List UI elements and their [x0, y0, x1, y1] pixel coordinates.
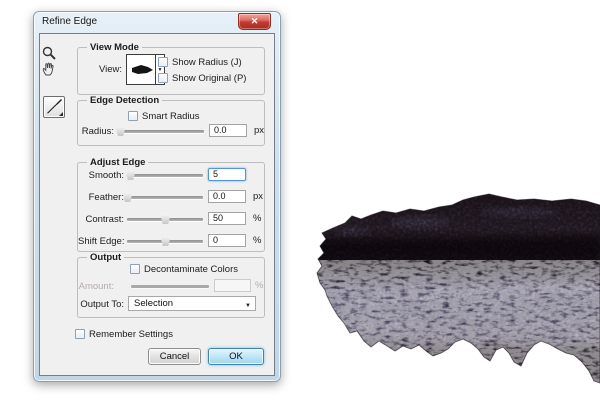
checkbox-box: [158, 73, 168, 83]
output-to-row: Output To: Selection ▼: [78, 296, 264, 312]
remember-settings-checkbox[interactable]: Remember Settings: [75, 328, 173, 340]
show-radius-label: Show Radius (J): [172, 57, 242, 68]
smooth-slider-thumb[interactable]: [126, 169, 135, 180]
view-mode-legend: View Mode: [87, 42, 142, 53]
smooth-value-field[interactable]: 5: [208, 168, 246, 181]
view-preview-silhouette: [127, 55, 155, 84]
refine-edge-dialog: Refine Edge ✕ View Mode View:: [33, 11, 281, 382]
adjust-edge-group: Adjust Edge Smooth: 5 Feather: 0.0 px: [77, 162, 265, 252]
contrast-unit: %: [253, 213, 261, 224]
feather-slider-thumb[interactable]: [123, 191, 132, 202]
amount-slider-track: [131, 285, 209, 288]
feather-label: Feather:: [78, 192, 124, 203]
feather-slider-row: Feather: 0.0 px: [78, 189, 264, 205]
checkbox-box: [75, 329, 85, 339]
radius-slider-thumb[interactable]: [116, 125, 125, 136]
hand-tool-icon[interactable]: [41, 61, 57, 77]
output-to-label: Output To:: [78, 299, 124, 310]
contrast-slider-thumb[interactable]: [161, 213, 170, 224]
zoom-tool-icon[interactable]: [41, 45, 57, 61]
view-preview: [127, 55, 155, 84]
contrast-value-field[interactable]: 50: [208, 212, 246, 225]
edge-detection-group: Edge Detection Smart Radius Radius: 0.0 …: [77, 100, 265, 146]
feather-unit: px: [253, 191, 263, 202]
smooth-slider-row: Smooth: 5: [78, 167, 264, 183]
contrast-slider-row: Contrast: 50 %: [78, 211, 264, 227]
amount-slider-row: Amount: %: [78, 278, 264, 294]
remember-settings-label: Remember Settings: [89, 329, 173, 340]
amount-label: Amount:: [78, 281, 114, 292]
smart-radius-checkbox[interactable]: Smart Radius: [128, 110, 200, 122]
output-group: Output Decontaminate Colors Amount: % Ou…: [77, 257, 265, 318]
shift-edge-slider-row: Shift Edge: 0 %: [78, 233, 264, 249]
cancel-button[interactable]: Cancel: [148, 348, 201, 365]
shift-edge-value-field[interactable]: 0: [208, 234, 246, 247]
smart-radius-label: Smart Radius: [142, 111, 200, 122]
ok-button[interactable]: OK: [208, 348, 264, 365]
contrast-label: Contrast:: [78, 214, 124, 225]
show-radius-checkbox[interactable]: Show Radius (J): [158, 56, 242, 68]
brush-icon: [44, 97, 64, 117]
decontaminate-colors-checkbox[interactable]: Decontaminate Colors: [130, 263, 238, 275]
smooth-label: Smooth:: [78, 170, 124, 181]
show-original-label: Show Original (P): [172, 73, 246, 84]
amount-value-field: [214, 279, 251, 292]
checkbox-box: [128, 111, 138, 121]
checkbox-box: [158, 57, 168, 67]
show-original-checkbox[interactable]: Show Original (P): [158, 72, 246, 84]
shift-edge-slider-thumb[interactable]: [161, 235, 170, 246]
smooth-slider-track[interactable]: [127, 174, 203, 177]
radius-slider-row: Radius: 0.0 px: [78, 123, 264, 139]
radius-unit: px: [254, 125, 264, 136]
close-icon[interactable]: ✕: [238, 13, 271, 30]
edge-detection-legend: Edge Detection: [87, 95, 162, 106]
output-legend: Output: [87, 252, 124, 263]
checkbox-box: [130, 264, 140, 274]
view-label: View:: [84, 64, 122, 75]
amount-unit: %: [255, 280, 263, 291]
view-mode-group: View Mode View: ▼ Show Radius (J): [77, 47, 265, 95]
decontaminate-colors-label: Decontaminate Colors: [144, 264, 238, 275]
feather-value-field[interactable]: 0.0: [208, 190, 246, 203]
shift-edge-unit: %: [253, 235, 261, 246]
radius-slider-track[interactable]: [118, 130, 204, 133]
dialog-title: Refine Edge: [42, 16, 97, 27]
output-to-dropdown[interactable]: Selection ▼: [128, 296, 256, 311]
output-to-value: Selection: [134, 298, 173, 309]
refine-radius-tool-button[interactable]: [43, 96, 65, 118]
dialog-body: View Mode View: ▼ Show Radius (J): [39, 33, 275, 376]
document-canvas: Refine Edge ✕ View Mode View:: [0, 0, 600, 400]
shift-edge-label: Shift Edge:: [78, 236, 124, 247]
radius-value-field[interactable]: 0.0: [209, 124, 247, 137]
radius-label: Radius:: [78, 126, 114, 137]
dropdown-arrow-icon: ▼: [245, 300, 251, 313]
feather-slider-track[interactable]: [127, 196, 203, 199]
